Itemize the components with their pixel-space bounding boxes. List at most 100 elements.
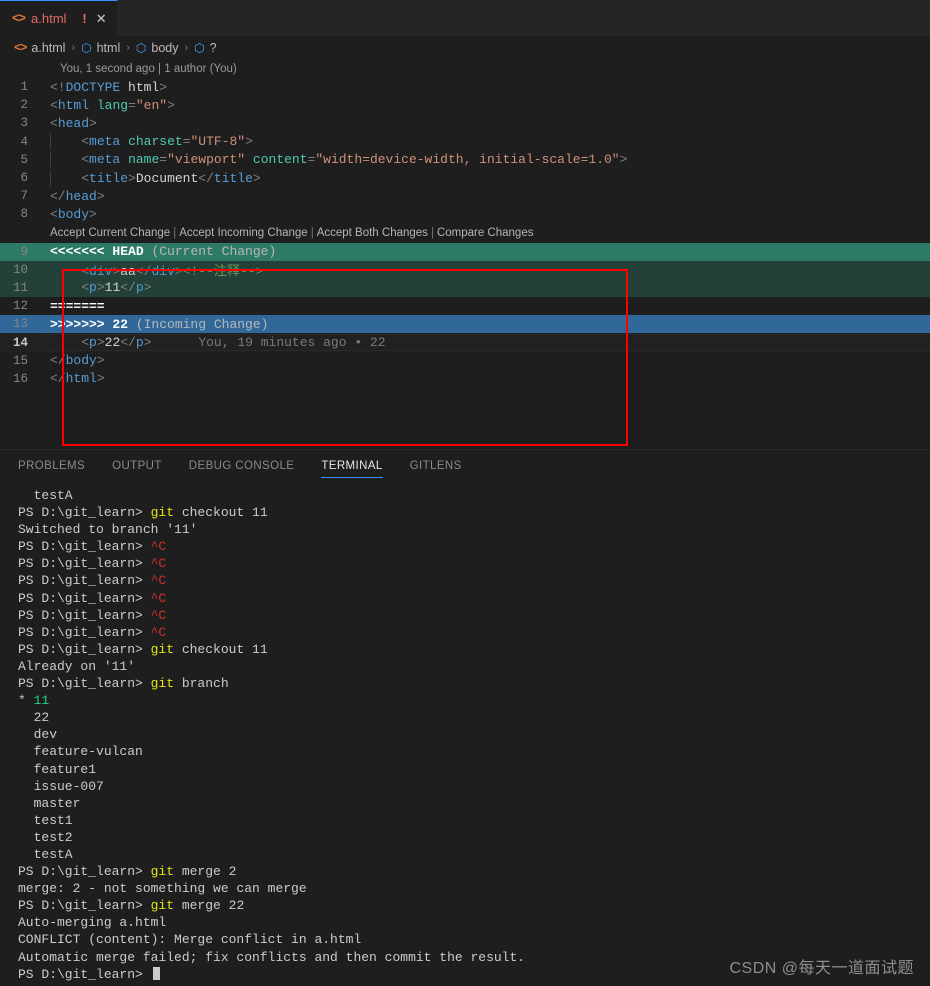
tab-debug-console[interactable]: DEBUG CONSOLE — [189, 450, 295, 481]
terminal-command-line: PS D:\git_learn> git merge 2 — [18, 863, 930, 880]
line-number: 10 — [12, 262, 28, 277]
code-line[interactable]: 11 <p>11</p> — [0, 278, 930, 298]
code-line[interactable]: 1 <!DOCTYPE html> — [0, 78, 930, 96]
code-lines[interactable]: 1 <!DOCTYPE html> 2 <html lang="en"> 3 <… — [0, 78, 930, 388]
bottom-panel: PROBLEMS OUTPUT DEBUG CONSOLE TERMINAL G… — [0, 449, 930, 986]
breadcrumb-item-unknown[interactable]: ? — [210, 41, 217, 55]
line-number: 2 — [20, 98, 28, 113]
chevron-right-icon: › — [126, 42, 130, 54]
terminal-output-line: merge: 2 - not something we can merge — [18, 881, 307, 897]
terminal-command-line: PS D:\git_learn> git merge 22 — [18, 897, 930, 914]
breadcrumb-item-body[interactable]: body — [151, 41, 178, 55]
line-number: 3 — [20, 116, 28, 131]
line-content: <title>Document</title> — [44, 170, 930, 186]
terminal-prompt: PS D:\git_learn> — [18, 624, 151, 640]
code-line[interactable]: 6 <title>Document</title> — [0, 169, 930, 187]
action-separator: | — [430, 227, 434, 239]
terminal-output-line: test1 — [18, 812, 73, 828]
terminal-output-line: Already on '11' — [18, 658, 136, 674]
terminal-output-line: CONFLICT (content): Merge conflict in a.… — [18, 932, 362, 948]
terminal-ctrl-c: ^C — [150, 590, 167, 606]
terminal-prompt: PS D:\git_learn> — [18, 864, 151, 880]
panel-tab-bar: PROBLEMS OUTPUT DEBUG CONSOLE TERMINAL G… — [0, 450, 930, 481]
git-blame-codelens[interactable]: You, 1 second ago | 1 author (You) — [0, 59, 930, 78]
terminal-cursor[interactable] — [152, 966, 160, 980]
accept-incoming-change-action[interactable]: Accept Incoming Change — [179, 227, 308, 239]
code-line[interactable]: 10 <div>aa</div><!--注释--> — [0, 260, 930, 279]
terminal-output-line: testA — [18, 846, 73, 862]
breadcrumb-item-html[interactable]: html — [97, 41, 121, 55]
code-line[interactable]: 5 <meta name="viewport" content="width=d… — [0, 151, 930, 169]
accept-current-change-action[interactable]: Accept Current Change — [50, 227, 170, 239]
terminal-command-name: git — [150, 898, 175, 914]
terminal-output-line: Auto-merging a.html — [18, 915, 167, 931]
line-content: <head> — [50, 115, 97, 131]
terminal-command-line: PS D:\git_learn> ^C — [18, 572, 930, 589]
terminal-command-name: git — [150, 641, 175, 657]
code-line[interactable]: 15 </body> — [0, 352, 930, 370]
code-line-active[interactable]: 14 <p>22</p> You, 19 minutes ago • 22 — [0, 333, 930, 352]
tab-problems[interactable]: PROBLEMS — [18, 450, 85, 481]
code-line[interactable]: 7 </head> — [0, 187, 930, 205]
terminal-command-line: PS D:\git_learn> ^C — [18, 590, 930, 607]
line-content: <!DOCTYPE html> — [50, 79, 168, 95]
tab-gitlens[interactable]: GITLENS — [410, 450, 462, 481]
symbol-icon: ⬡ — [135, 41, 147, 55]
tab-output[interactable]: OUTPUT — [112, 450, 162, 481]
terminal-output-line: feature-vulcan — [18, 744, 143, 760]
line-number: 12 — [12, 299, 28, 314]
terminal-command-name: git — [150, 505, 175, 521]
line-number-active: 14 — [12, 335, 28, 350]
editor-tab-a-html[interactable]: <> a.html ! ✕ — [0, 0, 118, 36]
code-line[interactable]: 4 <meta charset="UTF-8"> — [0, 133, 930, 151]
symbol-icon: ⬡ — [81, 41, 92, 55]
terminal-output-line: master — [18, 795, 81, 811]
conflict-incoming-marker: >>>>>>> 22 — [50, 316, 129, 332]
code-editor[interactable]: You, 1 second ago | 1 author (You) 1 <!D… — [0, 59, 930, 449]
line-content: </head> — [50, 188, 105, 204]
terminal-command-line: PS D:\git_learn> git checkout 11 — [18, 641, 930, 658]
current-branch-marker: * — [18, 693, 34, 709]
html-file-icon-breadcrumb: <> — [14, 41, 27, 55]
editor-tab-label: a.html — [31, 11, 67, 26]
accept-both-changes-action[interactable]: Accept Both Changes — [317, 227, 428, 239]
line-content: </body> — [50, 353, 105, 369]
line-number: 1 — [20, 80, 28, 95]
line-number: 11 — [12, 280, 28, 295]
line-number: 6 — [20, 171, 28, 186]
terminal-prompt: PS D:\git_learn> — [18, 539, 151, 555]
breadcrumb-item-file[interactable]: a.html — [31, 41, 65, 55]
line-number: 13 — [12, 317, 28, 332]
code-line[interactable]: 3 <head> — [0, 114, 930, 132]
terminal-output[interactable]: testA PS D:\git_learn> git checkout 11 Swi… — [0, 481, 930, 983]
terminal-prompt: PS D:\git_learn> — [18, 641, 151, 657]
editor-tab-bar: <> a.html ! ✕ — [0, 0, 930, 37]
compare-changes-action[interactable]: Compare Changes — [437, 227, 534, 239]
symbol-icon: ⬡ — [194, 41, 205, 55]
conflict-divider: ======= — [50, 298, 105, 314]
code-line[interactable]: 2 <html lang="en"> — [0, 96, 930, 114]
code-line[interactable]: 16 </html> — [0, 370, 930, 388]
line-number: 15 — [12, 353, 28, 368]
terminal-command-line: PS D:\git_learn> ^C — [18, 624, 930, 641]
terminal-ctrl-c: ^C — [150, 539, 167, 555]
line-number: 7 — [20, 189, 28, 204]
terminal-output-line: 22 — [18, 710, 50, 726]
code-line[interactable]: 8 <body> — [0, 205, 930, 223]
line-number: 9 — [20, 244, 28, 259]
line-content: <<<<<<< HEAD (Current Change) — [44, 244, 930, 259]
vscode-window: <> a.html ! ✕ <> a.html › ⬡ html › ⬡ bod… — [0, 0, 930, 986]
close-icon[interactable]: ✕ — [96, 11, 107, 27]
tab-terminal[interactable]: TERMINAL — [321, 450, 384, 481]
conflict-divider-line[interactable]: 12 ======= — [0, 297, 930, 315]
conflict-current-marker-line[interactable]: 9 <<<<<<< HEAD (Current Change) — [0, 242, 930, 261]
conflict-incoming-marker-line[interactable]: 13 >>>>>>> 22 (Incoming Change) — [0, 315, 930, 334]
merge-conflict-actions[interactable]: Accept Current Change | Accept Incoming Ch… — [0, 224, 930, 243]
terminal-command-args: merge 2 — [174, 864, 237, 880]
breadcrumb: <> a.html › ⬡ html › ⬡ body › ⬡ ? — [0, 37, 930, 59]
conflict-incoming-label: (Incoming Change) — [135, 316, 269, 332]
line-number: 4 — [20, 134, 28, 149]
terminal-prompt: PS D:\git_learn> — [18, 898, 151, 914]
terminal-command-name: git — [150, 676, 175, 692]
line-number: 5 — [20, 152, 28, 167]
